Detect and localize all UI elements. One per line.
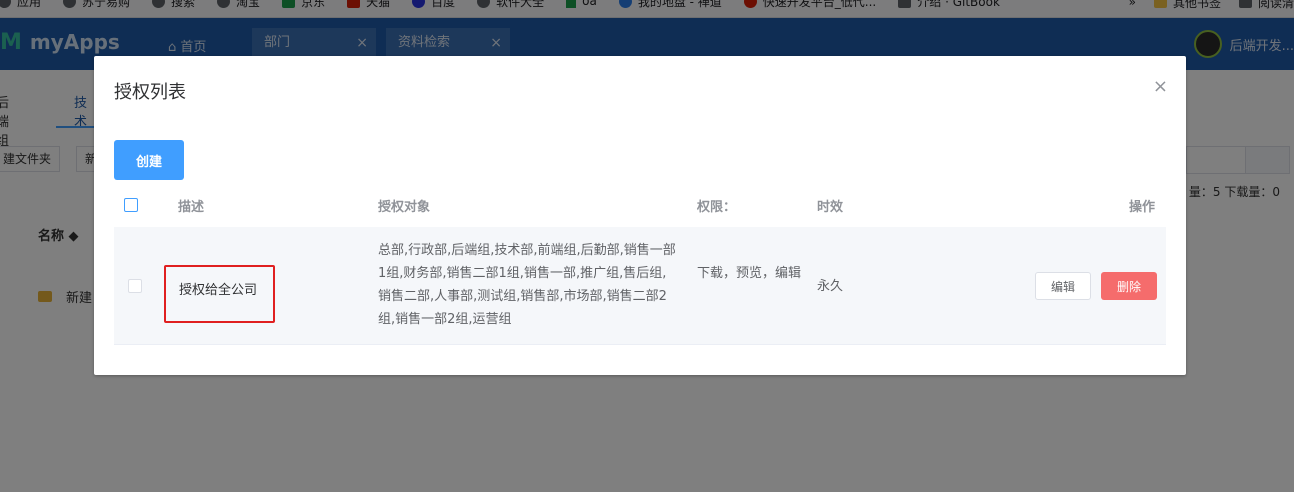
column-target: 授权对象 xyxy=(378,200,431,215)
column-perm: 权限： xyxy=(697,200,737,215)
row-expiry: 永久 xyxy=(817,279,844,294)
row-desc: 授权给全公司 xyxy=(179,283,258,298)
authorization-dialog: 授权列表 × 创建 描述 授权对象 权限： 时效 操作 授权给全公司 总部,行政… xyxy=(94,56,1186,375)
table-row[interactable]: 授权给全公司 总部,行政部,后端组,技术部,前端组,后勤部,销售一部1组,财务部… xyxy=(114,227,1166,345)
row-perm: 下载，预览，编辑 xyxy=(697,266,802,281)
column-expiry: 时效 xyxy=(817,200,844,215)
row-target: 总部,行政部,后端组,技术部,前端组,后勤部,销售一部1组,财务部,销售二部1组… xyxy=(378,243,676,327)
close-icon[interactable]: × xyxy=(1153,76,1168,97)
desc-highlight: 授权给全公司 xyxy=(164,265,275,323)
select-all-checkbox[interactable] xyxy=(124,198,138,212)
create-button[interactable]: 创建 xyxy=(114,140,184,180)
column-ops: 操作 xyxy=(1129,200,1156,215)
edit-button[interactable]: 编辑 xyxy=(1035,272,1091,300)
column-desc: 描述 xyxy=(178,200,205,215)
row-checkbox[interactable] xyxy=(128,279,142,293)
delete-button[interactable]: 删除 xyxy=(1101,272,1157,300)
dialog-title: 授权列表 xyxy=(114,82,186,103)
